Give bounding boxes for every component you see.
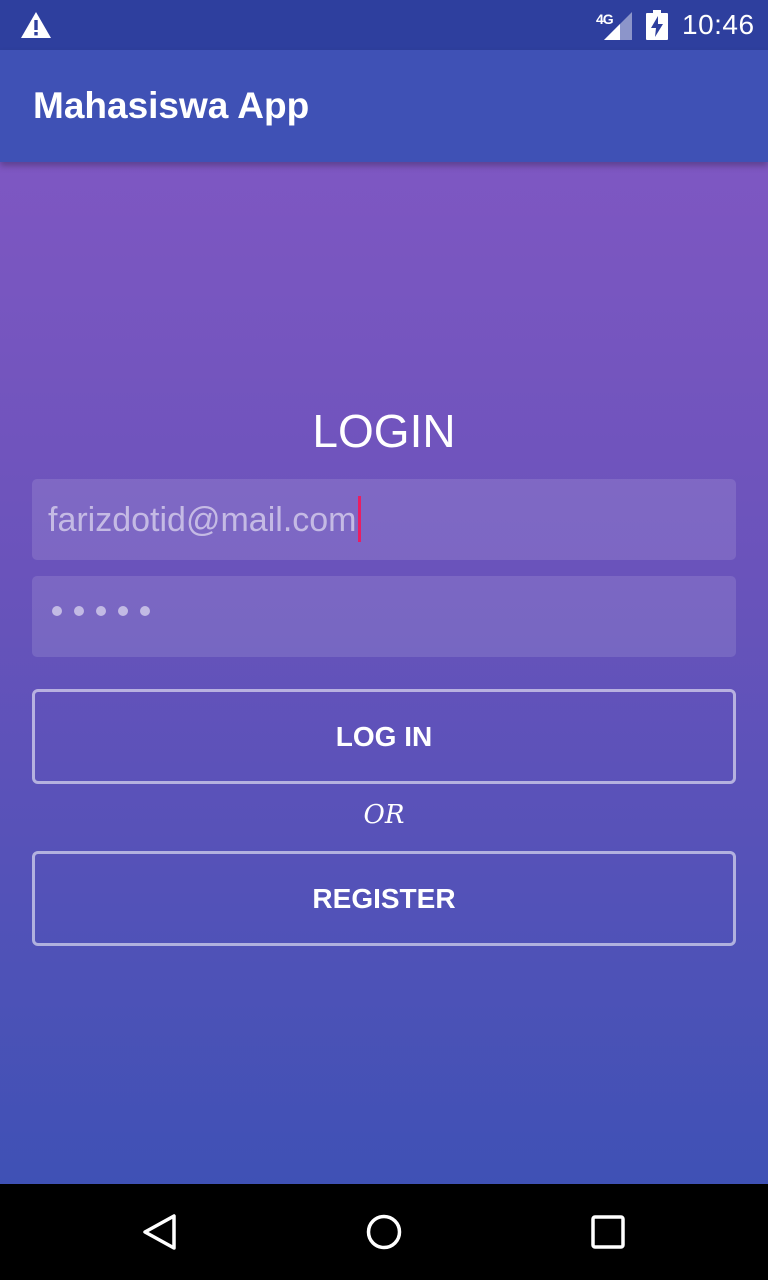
password-mask-dot xyxy=(140,606,150,616)
back-icon[interactable] xyxy=(140,1212,180,1252)
recent-apps-icon[interactable] xyxy=(588,1212,628,1252)
email-text: farizdotid@mail.com xyxy=(48,500,357,539)
login-content: LOGIN farizdotid@mail.com LOG IN OR REGI… xyxy=(0,162,768,1184)
login-button[interactable]: LOG IN xyxy=(32,689,736,784)
home-icon[interactable] xyxy=(364,1212,404,1252)
email-field[interactable]: farizdotid@mail.com xyxy=(32,479,736,560)
app-bar: Mahasiswa App xyxy=(0,50,768,162)
register-button[interactable]: REGISTER xyxy=(32,851,736,946)
text-cursor xyxy=(357,496,361,542)
password-field[interactable] xyxy=(32,576,736,657)
or-divider-label: OR xyxy=(363,800,405,830)
password-mask-dot xyxy=(74,606,84,616)
status-time: 10:46 xyxy=(682,9,755,40)
password-mask-dot xyxy=(118,606,128,616)
warning-icon xyxy=(21,12,51,38)
battery-charging-icon xyxy=(646,10,668,40)
login-heading: LOGIN xyxy=(312,405,456,457)
password-mask-dot xyxy=(96,606,106,616)
network-type-label: 4G xyxy=(596,11,614,27)
app-title: Mahasiswa App xyxy=(33,85,310,126)
navigation-bar xyxy=(0,1184,768,1280)
status-bar: 4G 10:46 xyxy=(0,0,768,50)
email-value: farizdotid@mail.com xyxy=(48,496,361,545)
login-screen: 4G 10:46 Mahasiswa App LOGIN farizdotid@… xyxy=(0,0,768,1280)
password-mask xyxy=(52,606,150,616)
password-mask-dot xyxy=(52,606,62,616)
